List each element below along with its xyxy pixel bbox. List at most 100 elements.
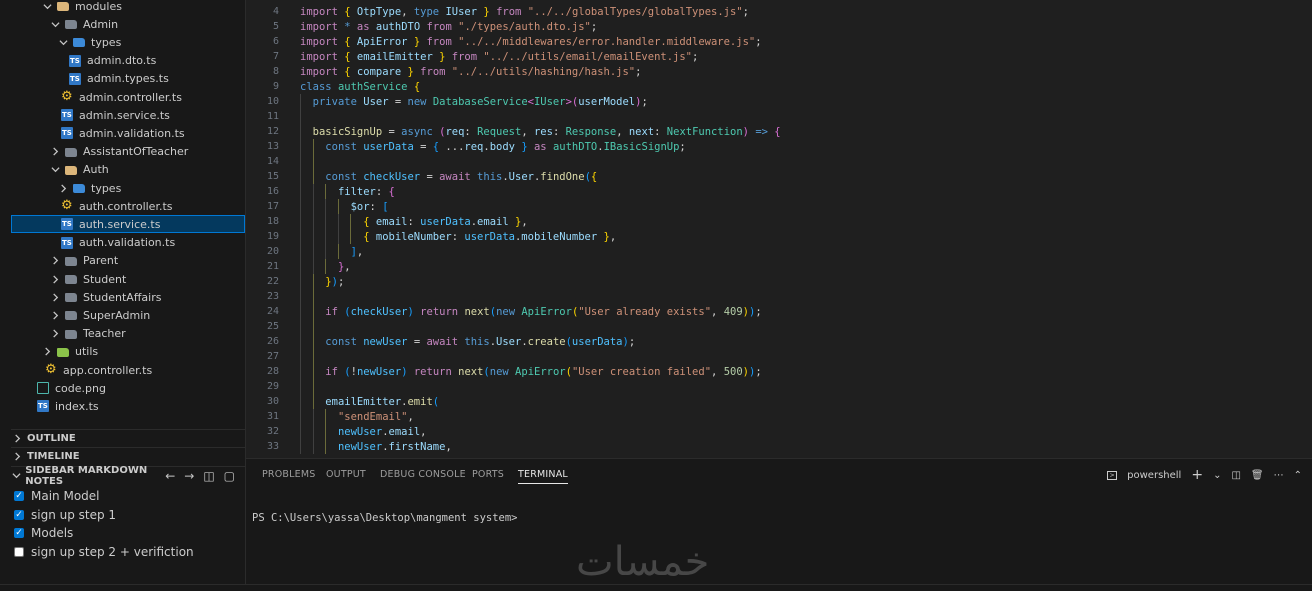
terminal-name[interactable]: powershell (1127, 470, 1181, 481)
tree-file[interactable]: TS admin.types.ts (11, 70, 245, 88)
tree-folder[interactable]: SuperAdmin (11, 306, 245, 324)
terminal-prompt[interactable]: PS C:\Users\yassa\Desktop\mangment syste… (252, 512, 518, 524)
tree-folder[interactable]: AssistantOfTeacher (11, 143, 245, 161)
code-text: import { ApiError } from "../../middlewa… (300, 35, 762, 48)
chevron-down-icon[interactable]: ⌄ (1213, 470, 1221, 481)
add-terminal-icon[interactable]: + (1191, 467, 1203, 483)
line-number: 5 (272, 21, 279, 32)
tree-folder[interactable]: types (11, 179, 245, 197)
note-item[interactable]: ✓ Main Model (14, 487, 100, 505)
line-number: 31 (266, 411, 279, 422)
arrow-left-icon[interactable]: ← (165, 469, 175, 483)
line-number: 23 (266, 291, 279, 302)
code-text: const newUser = await this.User.create(u… (325, 335, 636, 348)
tab-debug-console[interactable]: DEBUG CONSOLE (380, 469, 466, 480)
tree-file[interactable]: TS admin.service.ts (11, 106, 245, 124)
new-note-icon[interactable]: ▢ (224, 469, 235, 483)
code-line: 8 import { compare } from "../../utils/ha… (246, 64, 1312, 79)
note-checkbox[interactable] (14, 546, 24, 557)
terminal-toolbar: > powershell + ⌄ ◫ 🗑 ⋯ ⌃ (1107, 467, 1302, 483)
tab-terminal[interactable]: TERMINAL (518, 469, 568, 484)
notes-toolbar: ← → ◫ ▢ (165, 469, 235, 483)
note-item[interactable]: ✓ Models (14, 524, 73, 542)
indent-guide (312, 379, 314, 394)
chevron-right-icon (41, 346, 53, 358)
tree-item-label: code.png (55, 381, 106, 395)
tree-file[interactable]: TS admin.dto.ts (11, 52, 245, 70)
chevron-right-icon (49, 309, 61, 321)
code-line: 5 import * as authDTO from "./types/auth.… (246, 19, 1312, 34)
line-number: 27 (266, 351, 279, 362)
typescript-file-icon: TS (69, 72, 81, 85)
note-checkbox[interactable]: ✓ (14, 528, 24, 538)
line-number: 12 (266, 126, 279, 137)
tree-file[interactable]: TS auth.service.ts (11, 215, 245, 234)
note-label: Models (31, 526, 74, 540)
tree-item-label: Auth (83, 163, 109, 177)
tree-item-label: app.controller.ts (63, 363, 153, 377)
code-text: $or: [ (350, 200, 389, 213)
code-text: class authService { (300, 80, 421, 93)
code-line: 30 emailEmitter.emit( (246, 394, 1312, 409)
code-text: newUser.email, (337, 425, 427, 438)
tree-folder[interactable]: Student (11, 270, 245, 288)
tab-problems[interactable]: PROBLEMS (262, 469, 315, 480)
typescript-file-icon: TS (61, 127, 73, 140)
tree-folder[interactable]: StudentAffairs (11, 288, 245, 306)
tree-folder[interactable]: utils (11, 343, 245, 361)
tree-file[interactable]: code.png (11, 379, 245, 397)
code-text: }, (337, 260, 351, 273)
line-number: 19 (266, 231, 279, 242)
tree-file[interactable]: TS index.ts (11, 397, 245, 415)
note-checkbox[interactable]: ✓ (14, 491, 24, 501)
tree-folder[interactable]: Auth (11, 161, 245, 179)
tree-item-label: auth.controller.ts (79, 199, 173, 213)
tree-item-label: admin.types.ts (87, 72, 169, 86)
folder-icon (57, 347, 69, 357)
line-number: 10 (266, 96, 279, 107)
tree-file[interactable]: TS auth.validation.ts (11, 234, 245, 252)
line-number: 25 (266, 321, 279, 332)
image-file-icon (37, 382, 49, 395)
split-view-icon[interactable]: ◫ (203, 469, 214, 483)
line-number: 17 (266, 201, 279, 212)
tree-file[interactable]: ⚙ app.controller.ts (11, 361, 245, 379)
notes-section[interactable]: SIDEBAR MARKDOWN NOTES ← → ◫ ▢ (11, 465, 245, 487)
note-checkbox[interactable]: ✓ (14, 509, 24, 520)
tree-folder[interactable]: Teacher (11, 325, 245, 343)
code-line: 24 if (checkUser) return next(new ApiErr… (246, 304, 1312, 319)
line-number: 32 (266, 426, 279, 437)
gear-icon: ⚙ (61, 198, 73, 214)
code-editor[interactable]: 4 import { OtpType, type IUser } from "..… (246, 0, 1312, 458)
tree-folder[interactable]: Admin (11, 15, 245, 33)
tab-output[interactable]: OUTPUT (326, 469, 366, 480)
tree-item-label: index.ts (55, 399, 99, 413)
tree-file[interactable]: ⚙ auth.controller.ts (11, 197, 245, 215)
tree-file[interactable]: TS admin.validation.ts (11, 124, 245, 142)
note-item[interactable]: sign up step 2 + verifiction (14, 543, 194, 561)
activity-bar-edge (0, 0, 11, 584)
tab-ports[interactable]: PORTS (472, 469, 504, 480)
code-text: "sendEmail", (337, 410, 414, 423)
timeline-section[interactable]: TIMELINE (11, 447, 245, 465)
chevron-right-icon (49, 255, 61, 267)
code-line: 28 if (!newUser) return next(new ApiErro… (246, 364, 1312, 379)
more-actions-icon[interactable]: ⋯ (1274, 470, 1284, 481)
tree-folder[interactable]: modules (11, 0, 245, 15)
tree-folder[interactable]: Parent (11, 252, 245, 270)
maximize-panel-icon[interactable]: ⌃ (1294, 470, 1302, 481)
tree-item-label: auth.service.ts (79, 217, 161, 231)
folder-icon (65, 20, 77, 30)
arrow-right-icon[interactable]: → (184, 469, 194, 483)
note-item[interactable]: ✓ sign up step 1 (14, 506, 116, 524)
split-terminal-icon[interactable]: ◫ (1231, 470, 1240, 481)
indent-guide (300, 109, 301, 124)
chevron-down-icon (49, 164, 61, 176)
outline-section[interactable]: OUTLINE (11, 429, 245, 447)
tree-file[interactable]: ⚙ admin.controller.ts (11, 88, 245, 106)
code-line: 10 private User = new DatabaseService<IU… (246, 94, 1312, 109)
trash-icon[interactable]: 🗑 (1251, 470, 1264, 481)
code-line: 27 (246, 349, 1312, 364)
tree-item-label: Admin (83, 17, 119, 31)
tree-folder[interactable]: types (11, 33, 245, 51)
